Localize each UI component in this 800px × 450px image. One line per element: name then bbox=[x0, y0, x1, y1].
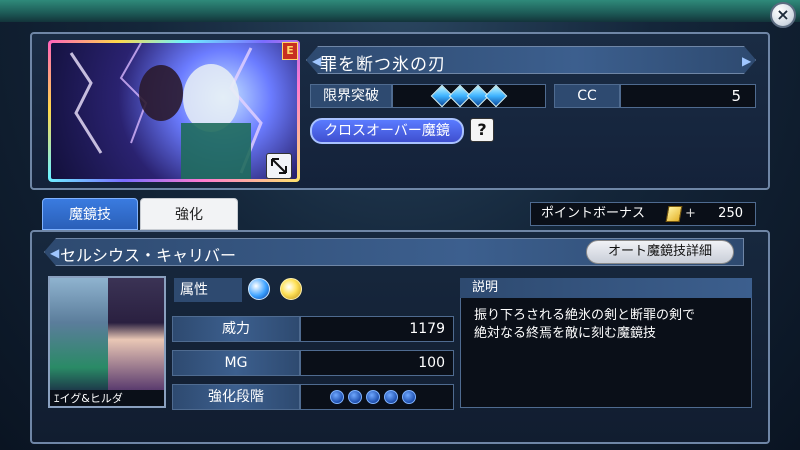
screen: × E ◀ 罪を断つ氷の刃 ▶ 限界突破 CC 5 クロスオーバー魔鏡 ? 魔鏡… bbox=[0, 0, 800, 450]
header-bar bbox=[0, 0, 800, 22]
rarity-badge: E bbox=[282, 42, 298, 60]
card-artwork[interactable] bbox=[48, 40, 300, 182]
enhance-stage-dot-icon bbox=[366, 390, 380, 404]
point-bonus-bar: ポイントボーナス + 250 bbox=[530, 202, 756, 226]
mg-value: 100 bbox=[300, 350, 454, 376]
cc-value: 5 bbox=[620, 84, 756, 108]
enhance-stage-dot-icon bbox=[330, 390, 344, 404]
enhance-stage-label: 強化段階 bbox=[172, 384, 300, 410]
power-label: 威力 bbox=[172, 316, 300, 342]
arrow-left-icon: ◀ bbox=[50, 246, 60, 260]
card-image bbox=[51, 43, 297, 179]
crossover-mirror-button[interactable]: クロスオーバー魔鏡 bbox=[310, 118, 464, 144]
point-bonus-label: ポイントボーナス bbox=[541, 206, 646, 221]
description-header: 説明 bbox=[460, 278, 752, 298]
light-element-icon bbox=[280, 278, 302, 300]
close-button[interactable]: × bbox=[770, 2, 796, 28]
expand-icon bbox=[271, 158, 287, 174]
attribute-label: 属性 bbox=[174, 278, 242, 302]
help-button[interactable]: ? bbox=[470, 118, 494, 142]
character-portrait-right bbox=[108, 278, 164, 390]
water-element-icon bbox=[248, 278, 270, 300]
point-bonus-value: 250 bbox=[718, 206, 743, 221]
enhance-stage-dot-icon bbox=[402, 390, 416, 404]
limit-break-label: 限界突破 bbox=[310, 84, 392, 108]
enhance-stage-dot-icon bbox=[348, 390, 362, 404]
auto-skill-detail-button[interactable]: オート魔鏡技詳細 bbox=[586, 240, 734, 264]
cc-label: CC bbox=[554, 84, 620, 108]
power-value: 1179 bbox=[300, 316, 454, 342]
tab-mirror-skill[interactable]: 魔鏡技 bbox=[42, 198, 138, 230]
arrow-right-icon: ▶ bbox=[742, 54, 752, 68]
mg-label: MG bbox=[172, 350, 300, 376]
character-portrait-left bbox=[50, 278, 108, 390]
description-line: 振り下ろされる絶氷の剣と断罪の剣で bbox=[474, 308, 696, 323]
card-title: 罪を断つ氷の刃 bbox=[320, 55, 446, 75]
card-art-svg bbox=[69, 43, 263, 179]
tab-enhance[interactable]: 強化 bbox=[140, 198, 238, 230]
enhance-stage-dot-icon bbox=[384, 390, 398, 404]
point-ticket-icon bbox=[665, 206, 683, 222]
description-line: 絶対なる終焉を敵に刻む魔鏡技 bbox=[474, 326, 657, 341]
point-bonus-plus: + bbox=[685, 206, 696, 221]
skill-name: セルシウス・キャリバー bbox=[60, 246, 237, 265]
character-names: ｴイグ&ヒルダ bbox=[50, 390, 164, 406]
expand-button[interactable] bbox=[266, 153, 292, 179]
character-portrait[interactable]: ｴイグ&ヒルダ bbox=[48, 276, 166, 408]
